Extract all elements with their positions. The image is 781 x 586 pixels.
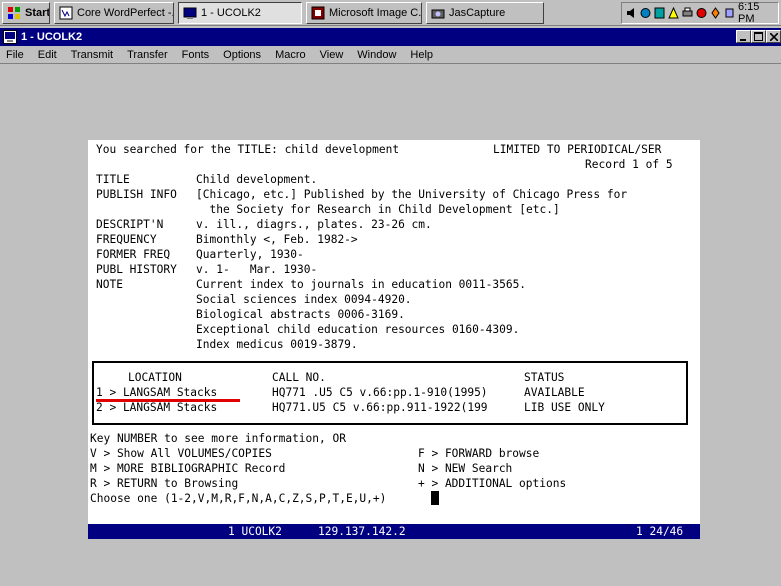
limit-label: LIMITED TO PERIODICAL/SER — [493, 143, 662, 156]
taskbar: Start Core WordPerfect -... 1 - UCOLK2 M… — [0, 0, 781, 26]
printer-icon[interactable] — [682, 7, 693, 19]
holdings-row-1-location[interactable]: 1 > LANGSAM Stacks — [96, 385, 217, 400]
search-summary: You searched for the TITLE: child develo… — [96, 143, 400, 156]
menu-view[interactable]: View — [320, 49, 344, 61]
terminal-icon — [183, 6, 197, 20]
holdings-row-1-call-no: HQ771 .U5 C5 v.66:pp.1-910(1995) — [272, 386, 488, 399]
field-label-title: TITLE — [96, 173, 130, 186]
field-value-note: Biological abstracts 0006-3169. — [196, 308, 405, 321]
window-title: 1 - UCOLK2 — [21, 31, 83, 43]
menu-edit[interactable]: Edit — [38, 49, 57, 61]
holdings-row-2-call-no: HQ771.U5 C5 v.66:pp.911-1922(199 — [272, 401, 488, 414]
volume-icon[interactable] — [626, 7, 637, 19]
agent-icon[interactable] — [710, 7, 721, 19]
option-forward-browse[interactable]: F > FORWARD browse — [418, 446, 539, 461]
option-new-search[interactable]: N > NEW Search — [418, 461, 512, 476]
menu-window[interactable]: Window — [357, 49, 396, 61]
holdings-row-1-status: AVAILABLE — [524, 386, 585, 399]
holdings-row-2-location[interactable]: 2 > LANGSAM Stacks — [96, 400, 217, 415]
option-return-browsing[interactable]: R > RETURN to Browsing — [90, 476, 238, 491]
camera-icon — [431, 6, 445, 20]
field-value-note: Index medicus 0019-3879. — [196, 338, 358, 351]
tray-app-icon[interactable] — [654, 7, 665, 19]
maximize-button[interactable] — [751, 30, 766, 43]
antivirus-icon[interactable] — [696, 7, 707, 19]
menu-bar: File Edit Transmit Transfer Fonts Option… — [0, 46, 781, 64]
close-button[interactable] — [766, 30, 781, 43]
start-label: Start — [25, 7, 50, 19]
holdings-header-status: STATUS — [524, 371, 565, 384]
warning-icon[interactable] — [668, 6, 679, 19]
holdings-row-2-status: LIB USE ONLY — [524, 401, 605, 414]
field-value-publ-history: v. 1- Mar. 1930- — [196, 263, 318, 276]
menu-fonts[interactable]: Fonts — [182, 49, 210, 61]
record-counter: Record 1 of 5 — [585, 158, 673, 171]
minimize-button[interactable] — [736, 30, 751, 43]
menu-help[interactable]: Help — [410, 49, 433, 61]
field-label-publish-info: PUBLISH INFO — [96, 188, 177, 201]
network-icon[interactable] — [640, 7, 651, 19]
status-position: 1 24/46 — [636, 525, 684, 538]
menu-options[interactable]: Options — [223, 49, 261, 61]
prompt-header: Key NUMBER to see more information, OR — [90, 432, 346, 445]
window-app-icon[interactable] — [3, 30, 17, 44]
clock[interactable]: 6:15 PM — [738, 1, 770, 25]
field-value-note: Current index to journals in education 0… — [196, 278, 527, 291]
field-value-note: Social sciences index 0094-4920. — [196, 293, 412, 306]
field-value-note: Exceptional child education resources 01… — [196, 323, 520, 336]
start-button[interactable]: Start — [2, 2, 50, 24]
option-additional[interactable]: + > ADDITIONAL options — [418, 476, 566, 491]
field-label-description: DESCRIPT'N — [96, 218, 164, 231]
minimize-icon — [739, 38, 746, 41]
wordperfect-icon — [59, 6, 73, 20]
option-show-volumes[interactable]: V > Show All VOLUMES/COPIES — [90, 446, 272, 461]
maximize-icon — [754, 32, 763, 41]
field-value-frequency: Bimonthly <, Feb. 1982-> — [196, 233, 358, 246]
task-jascapture[interactable]: JasCapture — [426, 2, 544, 24]
system-tray: 6:15 PM — [621, 1, 779, 25]
menu-transmit[interactable]: Transmit — [71, 49, 113, 61]
terminal-status-bar: 1 UCOLK2 129.137.142.2 1 24/46 — [88, 524, 700, 539]
image-composer-icon — [311, 6, 325, 20]
text-cursor — [431, 491, 439, 505]
task-label: Core WordPerfect -... — [77, 7, 174, 19]
menu-macro[interactable]: Macro — [275, 49, 306, 61]
field-value-publish-info-cont: the Society for Research in Child Develo… — [196, 203, 560, 216]
close-icon — [769, 32, 778, 41]
field-label-publ-history: PUBL HISTORY — [96, 263, 177, 276]
tray-helper-icon[interactable] — [724, 7, 735, 19]
field-label-former-freq: FORMER FREQ — [96, 248, 171, 261]
holdings-header-location: LOCATION — [128, 371, 182, 384]
field-label-frequency: FREQUENCY — [96, 233, 157, 246]
menu-transfer[interactable]: Transfer — [127, 49, 168, 61]
task-wordperfect[interactable]: Core WordPerfect -... — [54, 2, 174, 24]
task-label: JasCapture — [449, 7, 506, 19]
menu-file[interactable]: File — [6, 49, 24, 61]
task-label: 1 - UCOLK2 — [201, 7, 261, 19]
windows-logo-icon — [7, 6, 21, 20]
option-more-bibliographic[interactable]: M > MORE BIBLIOGRAPHIC Record — [90, 461, 285, 476]
field-label-note: NOTE — [96, 278, 123, 291]
field-value-former-freq: Quarterly, 1930- — [196, 248, 304, 261]
status-session: 1 UCOLK2 — [228, 525, 282, 538]
task-ucolk2[interactable]: 1 - UCOLK2 — [178, 2, 302, 24]
choose-prompt[interactable]: Choose one (1-2,V,M,R,F,N,A,C,Z,S,P,T,E,… — [90, 491, 386, 506]
field-value-description: v. ill., diagrs., plates. 23-26 cm. — [196, 218, 432, 231]
field-value-title: Child development. — [196, 173, 318, 186]
status-address: 129.137.142.2 — [318, 525, 406, 538]
holdings-header-call-no: CALL NO. — [272, 371, 326, 384]
task-microsoft-image[interactable]: Microsoft Image C... — [306, 2, 422, 24]
field-value-publish-info: [Chicago, etc.] Published by the Univers… — [196, 188, 628, 201]
window-titlebar[interactable]: 1 - UCOLK2 — [0, 28, 781, 46]
task-label: Microsoft Image C... — [329, 7, 422, 19]
